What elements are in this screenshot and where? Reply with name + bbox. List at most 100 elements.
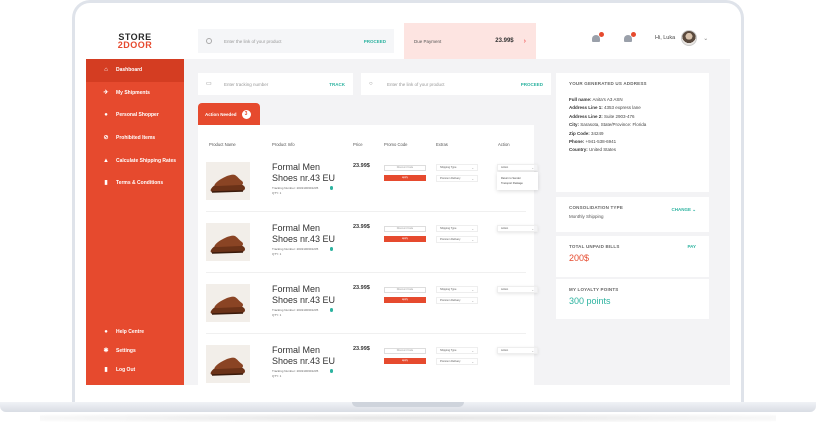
location-pin-icon[interactable]	[330, 308, 334, 313]
address-value: 34249	[591, 130, 604, 136]
delivery-select[interactable]: Premium Delivery ⌄	[436, 175, 478, 182]
tracking-input[interactable]: ▭ Enter tracking number TRACK	[198, 73, 353, 95]
col-extras: Extras	[436, 142, 448, 147]
sidebar-item-prohibited-items[interactable]: ⊘ Prohibited Items	[86, 127, 184, 150]
sidebar-item-help[interactable]: ● Help Centre	[86, 322, 184, 341]
promo-code-input[interactable]: Discount Code	[384, 348, 426, 354]
address-lines: Full name: Anita's A3 ASN Address Line 1:…	[569, 96, 696, 155]
apply-button[interactable]: apply	[384, 175, 426, 181]
price: 23.99$	[353, 163, 370, 169]
action-group: Action ⌄	[497, 347, 538, 354]
top-search-placeholder: Enter the link of your product	[224, 38, 282, 44]
product-image	[206, 345, 250, 383]
tab-label: Action Needed	[205, 111, 237, 117]
delivery-select[interactable]: Premium Delivery ⌄	[436, 297, 478, 304]
tracking-number: Tracking Number: 2032100301235	[272, 247, 319, 251]
top-proceed-button[interactable]: PROCEED	[364, 39, 386, 44]
apply-button[interactable]: apply	[384, 297, 426, 303]
action-select[interactable]: Action ⌄	[497, 164, 538, 171]
action-group: Action ⌄	[497, 286, 538, 293]
action-select[interactable]: Action ⌄	[497, 225, 538, 232]
address-line: Country: United States	[569, 146, 696, 154]
sidebar-item-personal-shopper[interactable]: ● Personal Shopper	[86, 104, 184, 127]
promo-code-input[interactable]: Discount Code	[384, 165, 426, 171]
row-divider	[206, 333, 526, 334]
sidebar-item-label: Help Centre	[116, 328, 145, 335]
sidebar-item-calculate-rates[interactable]: ▲ Calculate Shipping Rates	[86, 149, 184, 172]
product-name[interactable]: Formal Men Shoes nr.43 EU	[272, 162, 342, 184]
help-icon: ●	[104, 328, 108, 335]
sidebar-item-settings[interactable]: ✱ Settings	[86, 341, 184, 360]
search-icon: ○	[369, 81, 373, 87]
quantity: QTY: 1	[272, 374, 282, 378]
location-pin-icon[interactable]	[330, 369, 334, 374]
product-name[interactable]: Formal Men Shoes nr.43 EU	[272, 345, 342, 367]
top-bar: STORE 2DOOR Enter the link of your produ…	[86, 23, 730, 59]
apply-button[interactable]: apply	[384, 236, 426, 242]
sidebar-item-my-shipments[interactable]: ✈ My Shipments	[86, 82, 184, 105]
select-value: Action	[501, 349, 509, 352]
pay-button[interactable]: PAY	[687, 244, 696, 249]
due-payment-box[interactable]: Due Payment 23.99$ ›	[404, 23, 536, 59]
quantity: QTY: 1	[272, 252, 282, 256]
sidebar-item-terms[interactable]: ▮ Terms & Conditions	[86, 172, 184, 195]
price: 23.99$	[353, 346, 370, 352]
track-button[interactable]: TRACK	[329, 82, 345, 87]
select-value: Action	[501, 166, 509, 169]
delivery-select[interactable]: Premium Delivery ⌄	[436, 358, 478, 365]
select-value: Shipping Type	[440, 166, 457, 169]
promo-code-input[interactable]: Discount Code	[384, 226, 426, 232]
loyalty-value: 300 points	[569, 296, 611, 306]
tracking-number: Tracking Number: 2032100301235	[272, 308, 319, 312]
address-title: YOUR GENERATED US ADDRESS	[569, 81, 647, 86]
sidebar-item-label: Log Out	[116, 366, 136, 373]
location-pin-icon[interactable]	[330, 247, 334, 252]
quantity: QTY: 1	[272, 191, 282, 195]
delivery-select[interactable]: Premium Delivery ⌄	[436, 236, 478, 243]
calculator-icon: ▲	[103, 157, 109, 164]
top-link-search[interactable]: Enter the link of your product PROCEED	[198, 29, 394, 53]
apply-button[interactable]: apply	[384, 358, 426, 364]
product-name[interactable]: Formal Men Shoes nr.43 EU	[272, 223, 342, 245]
chevron-down-icon: ⌄	[531, 226, 534, 231]
price: 23.99$	[353, 224, 370, 230]
proceed-button[interactable]: PROCEED	[521, 82, 543, 87]
product-meta: Tracking Number: 2032100301235 QTY: 1	[272, 308, 334, 318]
shipping-type-select[interactable]: Shipping Type ⌄	[436, 286, 478, 293]
location-pin-icon[interactable]	[330, 186, 334, 191]
sidebar-item-label: Prohibited Items	[116, 135, 156, 142]
store2door-logo[interactable]: STORE 2DOOR	[86, 23, 184, 59]
tracking-number: Tracking Number: 2032100301235	[272, 186, 319, 190]
action-group: Action ⌄ Return to Sender Transport Package	[497, 164, 538, 190]
address-value: 4353 express lane	[604, 105, 641, 111]
chevron-down-icon: ⌄	[471, 165, 474, 170]
action-select[interactable]: Action ⌄	[497, 286, 538, 293]
product-link-input[interactable]: ○ Enter the link of your product PROCEED	[361, 73, 551, 95]
sidebar-item-label: My Shipments	[116, 89, 150, 96]
sidebar-item-dashboard[interactable]: ⌂ Dashboard	[86, 59, 184, 82]
tab-action-needed[interactable]: Action Needed 3	[198, 103, 260, 125]
chevron-down-icon: ⌄	[471, 287, 474, 292]
sidebar-item-logout[interactable]: ▮ Log Out	[86, 360, 184, 379]
promo-code-input[interactable]: Discount Code	[384, 287, 426, 293]
due-payment-amount: 23.99$	[495, 38, 514, 44]
menu-item[interactable]: Transport Package	[501, 181, 534, 186]
col-promo-code: Promo Code	[384, 142, 408, 147]
sidebar-item-label: Terms & Conditions	[116, 180, 164, 187]
select-value: Premium Delivery	[440, 299, 461, 302]
user-menu[interactable]: Hi, Luka ⌄	[655, 30, 708, 46]
shipping-type-select[interactable]: Shipping Type ⌄	[436, 347, 478, 354]
shipments-table: Product Name Product Info Price Promo Co…	[198, 125, 538, 385]
unpaid-title: TOTAL UNPAID BILLS	[569, 244, 620, 249]
shipping-type-select[interactable]: Shipping Type ⌄	[436, 225, 478, 232]
package-icon[interactable]	[591, 32, 604, 43]
change-button[interactable]: CHANGE ⌄	[671, 207, 696, 213]
address-key: Country:	[569, 147, 588, 153]
action-select[interactable]: Action ⌄	[497, 347, 538, 354]
row-divider	[206, 211, 526, 212]
bell-icon[interactable]	[623, 32, 636, 43]
shipping-type-select[interactable]: Shipping Type ⌄	[436, 164, 478, 171]
extras-group: Shipping Type ⌄ Premium Delivery ⌄	[436, 286, 478, 308]
product-name[interactable]: Formal Men Shoes nr.43 EU	[272, 284, 342, 306]
address-line: Zip Code: 34249	[569, 130, 696, 138]
